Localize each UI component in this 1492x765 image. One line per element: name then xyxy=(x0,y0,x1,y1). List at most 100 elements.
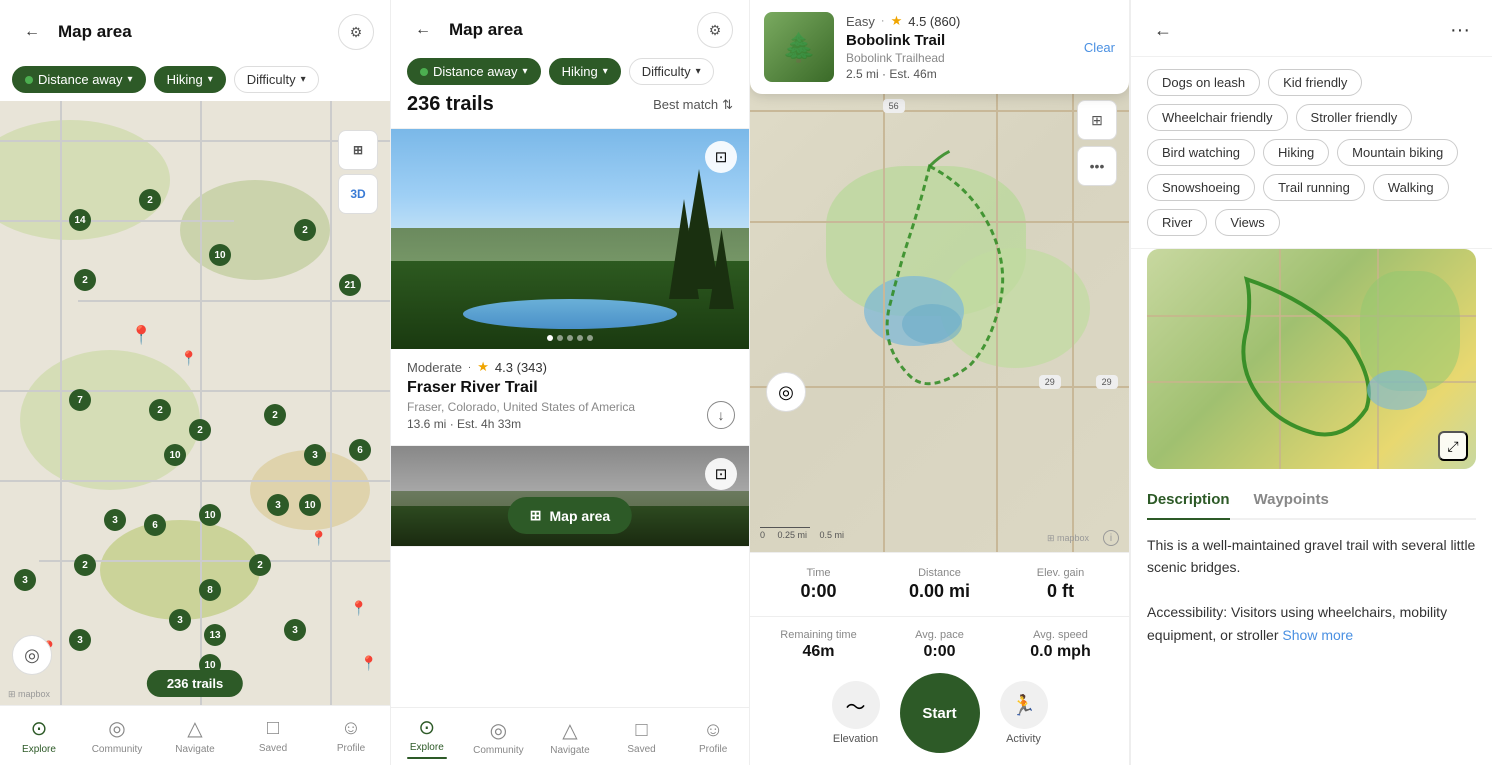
trail-marker[interactable]: 10 xyxy=(164,444,186,466)
expand-map-button[interactable]: ⤢ xyxy=(1438,431,1468,461)
distance-stat: Distance 0.00 mi xyxy=(879,563,1000,606)
list-chip-distance[interactable]: Distance away ▾ xyxy=(407,58,541,85)
chip-hiking[interactable]: Hiking ▾ xyxy=(154,66,226,93)
sort-button[interactable]: Best match ⇅ xyxy=(653,97,733,113)
chip-difficulty[interactable]: Difficulty ▾ xyxy=(234,66,319,93)
trail-card[interactable]: ⊡ Moderate · ★ 4.3 (343) xyxy=(391,129,749,446)
nav-navigate[interactable]: △ Navigate xyxy=(156,706,234,765)
activity-button[interactable]: 🏃 Activity xyxy=(1000,681,1048,745)
pin-marker: 📍 xyxy=(310,530,327,547)
popup-clear-button[interactable]: Clear xyxy=(1084,40,1115,55)
show-more-button[interactable]: Show more xyxy=(1282,627,1353,643)
nav-explore[interactable]: ⊙ Explore xyxy=(0,706,78,765)
chip-arrow-icon: ▾ xyxy=(208,74,213,85)
stats-panel: Time 0:00 Distance 0.00 mi Elev. gain 0 … xyxy=(750,552,1129,765)
trail-marker[interactable]: 3 xyxy=(169,609,191,631)
list-filter-button[interactable]: ⚙ xyxy=(697,12,733,48)
popup-trail-name: Bobolink Trail xyxy=(846,32,1072,49)
tab-description[interactable]: Description xyxy=(1147,481,1230,520)
trail-marker[interactable]: 2 xyxy=(149,399,171,421)
trail-marker[interactable]: 10 xyxy=(299,494,321,516)
dot-1 xyxy=(547,335,553,341)
trail-marker[interactable]: 6 xyxy=(144,514,166,536)
trail-map-layers-button[interactable]: ⊞ xyxy=(1077,100,1117,140)
trail-marker[interactable]: 21 xyxy=(339,274,361,296)
trail-marker[interactable]: 3 xyxy=(69,629,91,651)
trail-marker[interactable]: 2 xyxy=(189,419,211,441)
popup-trail-image: 🌲 xyxy=(764,12,834,82)
map-filter-button[interactable]: ⚙ xyxy=(338,14,374,50)
trail-marker[interactable]: 7 xyxy=(69,389,91,411)
trail-marker[interactable]: 2 xyxy=(249,554,271,576)
list-nav-navigate[interactable]: △ Navigate xyxy=(534,708,606,765)
trail-marker[interactable]: 2 xyxy=(264,404,286,426)
download-button[interactable]: ↓ xyxy=(707,401,735,429)
trail-marker[interactable]: 10 xyxy=(209,244,231,266)
nav-community[interactable]: ◎ Community xyxy=(78,706,156,765)
trail-marker[interactable]: 10 xyxy=(199,504,221,526)
layer-button[interactable]: ⊞ xyxy=(338,130,378,170)
start-button[interactable]: Start xyxy=(900,673,980,753)
trail-marker[interactable]: 6 xyxy=(349,439,371,461)
chip-distance-away[interactable]: Distance away ▾ xyxy=(12,66,146,93)
tag-trail-running[interactable]: Trail running xyxy=(1263,174,1365,201)
trail-card-2[interactable]: ⊡ ⊞ Map area xyxy=(391,446,749,547)
tag-wheelchair-friendly[interactable]: Wheelchair friendly xyxy=(1147,104,1288,131)
pin-marker: 📍 xyxy=(350,600,367,617)
list-nav-profile[interactable]: ☺ Profile xyxy=(677,708,749,765)
trail-marker[interactable]: 3 xyxy=(267,494,289,516)
tag-snowshoeing[interactable]: Snowshoeing xyxy=(1147,174,1255,201)
trail-marker[interactable]: 3 xyxy=(104,509,126,531)
list-back-button[interactable]: ← xyxy=(407,14,439,46)
trail-mini-map[interactable]: ⤢ xyxy=(1147,249,1476,469)
trail-map-more-button[interactable]: ••• xyxy=(1077,146,1117,186)
tag-river[interactable]: River xyxy=(1147,209,1207,236)
trail-marker[interactable]: 3 xyxy=(304,444,326,466)
trail-marker[interactable]: 2 xyxy=(74,269,96,291)
map-back-button[interactable]: ← xyxy=(16,16,48,48)
nav-saved[interactable]: □ Saved xyxy=(234,706,312,765)
difficulty-label: Moderate xyxy=(407,360,462,375)
trail-marker[interactable]: 13 xyxy=(204,624,226,646)
list-nav-community[interactable]: ◎ Community xyxy=(463,708,535,765)
nav-profile[interactable]: ☺ Profile xyxy=(312,706,390,765)
list-nav-explore[interactable]: ⊙ Explore xyxy=(391,708,463,765)
chip-arrow-icon: ▾ xyxy=(128,74,133,85)
tag-hiking[interactable]: Hiking xyxy=(1263,139,1329,166)
tag-walking[interactable]: Walking xyxy=(1373,174,1449,201)
3d-button[interactable]: 3D xyxy=(338,174,378,214)
tag-bird-watching[interactable]: Bird watching xyxy=(1147,139,1255,166)
stats-grid-1: Time 0:00 Distance 0.00 mi Elev. gain 0 … xyxy=(750,563,1129,617)
list-nav-saved[interactable]: □ Saved xyxy=(606,708,678,765)
dot-3 xyxy=(567,335,573,341)
tab-waypoints[interactable]: Waypoints xyxy=(1254,481,1329,520)
tag-stroller-friendly[interactable]: Stroller friendly xyxy=(1296,104,1413,131)
tag-views[interactable]: Views xyxy=(1215,209,1279,236)
trail-map-location-button[interactable]: ◎ xyxy=(766,372,806,412)
trail-marker[interactable]: 2 xyxy=(139,189,161,211)
trail-marker[interactable]: 14 xyxy=(69,209,91,231)
tag-kid-friendly[interactable]: Kid friendly xyxy=(1268,69,1362,96)
save-button-2[interactable]: ⊡ xyxy=(705,458,737,490)
popup-rating-row: Easy · ★ 4.5 (860) xyxy=(846,13,1072,29)
detail-more-button[interactable]: ··· xyxy=(1444,14,1476,46)
list-chip-difficulty[interactable]: Difficulty ▾ xyxy=(629,58,714,85)
trail-marker[interactable]: 3 xyxy=(284,619,306,641)
location-button[interactable]: ◎ xyxy=(12,635,52,675)
speed-value: 0.0 mph xyxy=(1000,643,1121,661)
save-button[interactable]: ⊡ xyxy=(705,141,737,173)
trail-marker[interactable]: 3 xyxy=(14,569,36,591)
tag-mountain-biking[interactable]: Mountain biking xyxy=(1337,139,1458,166)
trail-marker[interactable]: 8 xyxy=(199,579,221,601)
trail-marker[interactable]: 2 xyxy=(74,554,96,576)
elevation-button[interactable]: 〜 Elevation xyxy=(832,681,880,745)
chip-arrow-icon: ▾ xyxy=(603,66,608,77)
detail-back-button[interactable]: ← xyxy=(1147,14,1179,46)
list-title: Map area xyxy=(449,20,687,40)
list-chip-hiking[interactable]: Hiking ▾ xyxy=(549,58,621,85)
trail-image: ⊡ xyxy=(391,129,749,349)
map-overlay-button[interactable]: ⊞ Map area xyxy=(508,497,632,534)
trail-location: Fraser, Colorado, United States of Ameri… xyxy=(407,400,733,414)
tag-dogs-on-leash[interactable]: Dogs on leash xyxy=(1147,69,1260,96)
trail-marker[interactable]: 2 xyxy=(294,219,316,241)
